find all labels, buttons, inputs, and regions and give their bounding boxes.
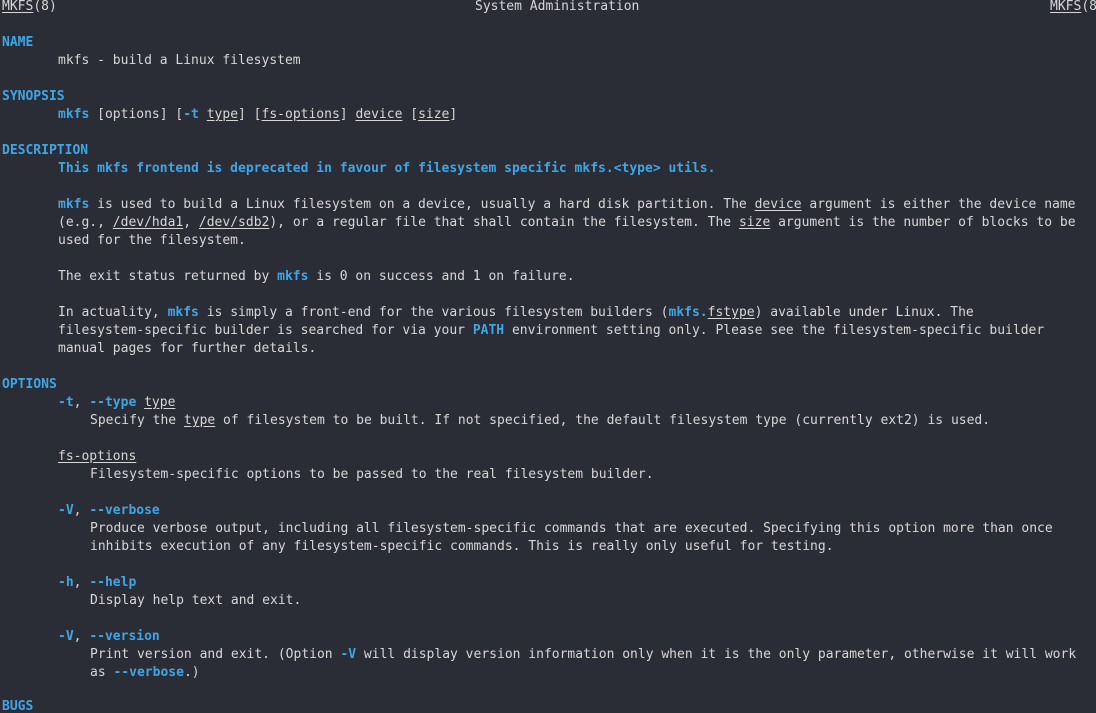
name-text: mkfs - build a Linux filesystem <box>58 53 301 68</box>
section-heading-description: DESCRIPTION <box>2 143 89 158</box>
arg-size: size <box>738 215 771 230</box>
text-run: .) <box>183 665 200 680</box>
option-verbose-desc-1: Produce verbose output, including all fi… <box>90 521 1053 536</box>
text-run: will display version information only wh… <box>356 647 1077 662</box>
option-help-desc: Display help text and exit. <box>90 593 302 608</box>
opt-short: -t <box>58 395 74 410</box>
synopsis-cmd: mkfs <box>58 107 90 122</box>
text-run: is 0 on success and 1 on failure. <box>308 269 575 284</box>
arg-type: type <box>183 413 216 428</box>
cmd-mkfs: mkfs <box>277 269 309 284</box>
description-p1-line1: mkfs is used to build a Linux filesystem… <box>58 196 1076 214</box>
synopsis-device: device <box>355 107 403 122</box>
option-type-desc: Specify the type of filesystem to be bui… <box>90 412 990 430</box>
man-page-terminal: MKFS(8) System Administration MKFS(8 NAM… <box>0 0 1096 713</box>
description-p2: The exit status returned by mkfs is 0 on… <box>58 268 575 286</box>
text-run: ), or a regular file that shall contain … <box>269 215 739 230</box>
opt-v-ref: -V <box>340 647 357 662</box>
option-version-desc-2: as --verbose.) <box>90 664 200 682</box>
option-version: -V, --version <box>58 628 160 646</box>
header-right-section: (8 <box>1081 0 1096 14</box>
text-run: argument is either the device name <box>801 197 1076 212</box>
arg-fstype: fstype <box>707 305 755 320</box>
deprecation-notice: This mkfs frontend is deprecated in favo… <box>58 161 716 176</box>
section-heading-synopsis: SYNOPSIS <box>2 89 65 104</box>
section-heading-bugs: BUGS <box>2 699 34 713</box>
synopsis-bracket-2: ] <box>339 107 356 122</box>
opt-sep: , <box>73 629 90 644</box>
synopsis-options: [options] [ <box>89 107 184 122</box>
text-run: argument is the number of blocks to be <box>770 215 1076 230</box>
opt-long: --version <box>89 629 160 644</box>
opt-short: -h <box>58 575 74 590</box>
header-center: System Administration <box>475 0 640 14</box>
synopsis-size: size <box>418 107 450 122</box>
opt-long: --verbose <box>89 503 160 518</box>
synopsis-line: mkfs [options] [-t type] [fs-options] de… <box>58 106 457 124</box>
cmd-mkfs: mkfs <box>167 305 199 320</box>
description-p3-line1: In actuality, mkfs is simply a front-end… <box>58 304 974 322</box>
section-heading-name: NAME <box>2 35 34 50</box>
opt-sep: , <box>73 503 90 518</box>
synopsis-type: type <box>206 107 239 122</box>
option-verbose-desc-2: inhibits execution of any filesystem-spe… <box>90 539 834 554</box>
text-run: is simply a front-end for the various fi… <box>198 305 669 320</box>
opt-long: --type <box>89 395 137 410</box>
option-fs-options: fs-options <box>58 449 137 464</box>
opt-verbose-ref: --verbose <box>113 665 184 680</box>
header-right-title: MKFS <box>1050 0 1082 14</box>
section-heading-options: OPTIONS <box>2 377 57 392</box>
description-p3-line3: manual pages for further details. <box>58 341 317 356</box>
header-left-section: (8) <box>33 0 57 14</box>
text-run: filesystem-specific builder is searched … <box>58 323 473 338</box>
text-run: as <box>90 665 114 680</box>
env-path: PATH <box>472 323 505 338</box>
opt-short: -V <box>58 629 74 644</box>
text-run: The exit status returned by <box>58 269 278 284</box>
opt-long: --help <box>89 575 137 590</box>
synopsis-bracket: ] [ <box>238 107 262 122</box>
synopsis-bracket-3: [ <box>402 107 419 122</box>
cmd-mkfs-dot: mkfs. <box>668 305 708 320</box>
description-p1-line2: (e.g., /dev/hda1, /dev/sdb2), or a regul… <box>58 214 1076 232</box>
option-help: -h, --help <box>58 574 136 592</box>
opt-sep: , <box>73 575 90 590</box>
text-run: is used to build a Linux filesystem on a… <box>89 197 755 212</box>
text-run: In actuality, <box>58 305 168 320</box>
arg-device: device <box>754 197 802 212</box>
option-version-desc-1: Print version and exit. (Option -V will … <box>90 646 1076 664</box>
synopsis-t-flag: -t <box>183 107 199 122</box>
opt-short: -V <box>58 503 74 518</box>
opt-arg: type <box>144 395 176 410</box>
opt-sep: , <box>73 395 90 410</box>
description-p1-line3: used for the filesystem. <box>58 233 246 248</box>
header-left: MKFS(8) <box>2 0 57 16</box>
synopsis-bracket-4: ] <box>449 107 458 122</box>
synopsis-fs-options: fs-options <box>261 107 340 122</box>
text-run: of filesystem to be built. If not specif… <box>215 413 991 428</box>
header-left-title: MKFS <box>2 0 34 14</box>
text-run: Print version and exit. (Option <box>90 647 341 662</box>
text-run: ) available under Linux. The <box>754 305 974 320</box>
header-right: MKFS(8 <box>1050 0 1096 16</box>
text-run: Specify the <box>90 413 184 428</box>
text-run: environment setting only. Please see the… <box>504 323 1045 338</box>
description-p3-line2: filesystem-specific builder is searched … <box>58 322 1044 340</box>
option-verbose: -V, --verbose <box>58 502 160 520</box>
text-run: (e.g., <box>58 215 113 230</box>
path-sdb2: /dev/sdb2 <box>198 215 270 230</box>
cmd-mkfs: mkfs <box>58 197 90 212</box>
text-run: , <box>183 215 199 230</box>
option-type: -t, --type type <box>58 394 175 412</box>
option-fs-options-desc: Filesystem-specific options to be passed… <box>90 467 654 482</box>
path-hda1: /dev/hda1 <box>112 215 184 230</box>
